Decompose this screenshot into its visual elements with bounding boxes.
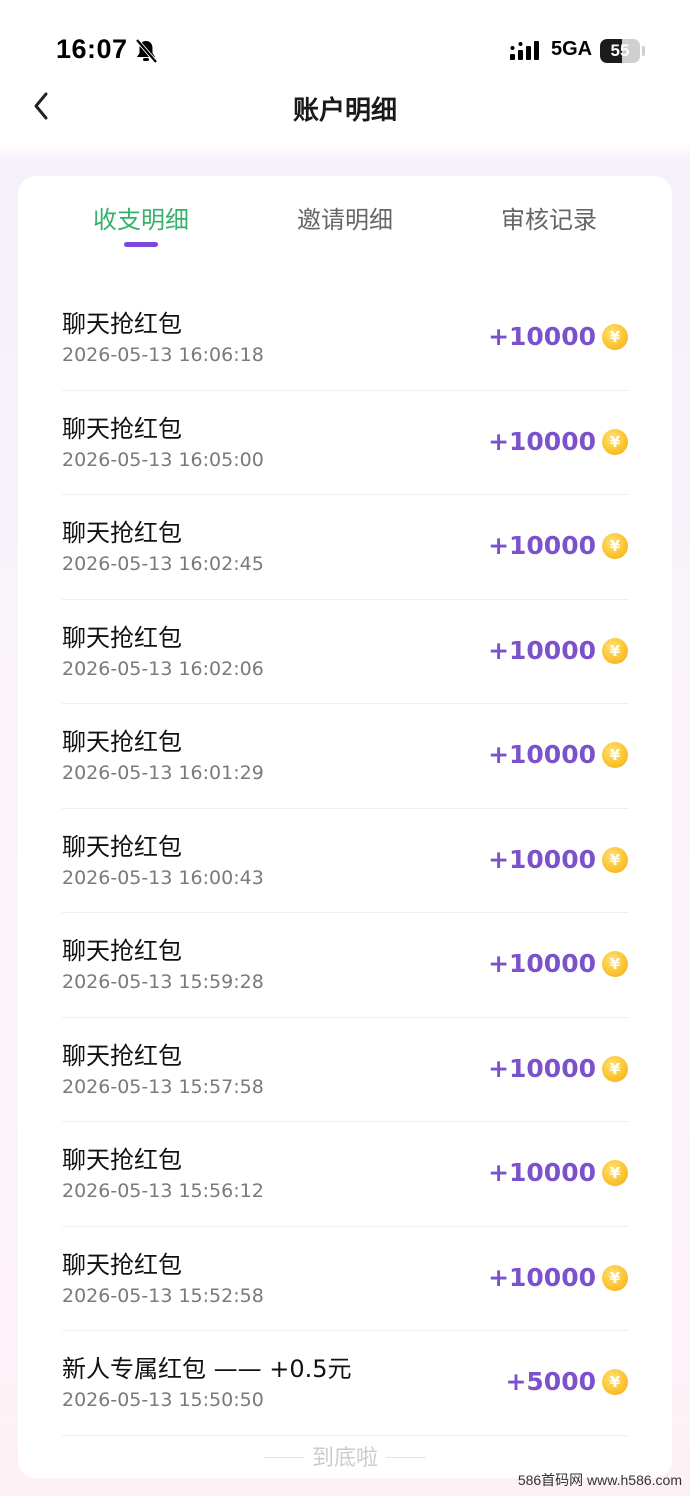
coin-icon: ¥ — [602, 1160, 628, 1186]
record-row[interactable]: 聊天抢红包 2026-05-13 16:02:06 +10000 ¥ — [62, 600, 628, 704]
record-title: 聊天抢红包 — [62, 310, 182, 338]
record-row[interactable]: 聊天抢红包 2026-05-13 16:06:18 +10000 ¥ — [62, 286, 628, 391]
record-amount: +10000 — [488, 1262, 596, 1292]
record-time: 2026-05-13 16:02:45 — [62, 553, 264, 575]
record-row[interactable]: 聊天抢红包 2026-05-13 16:00:43 +10000 ¥ — [62, 809, 628, 913]
record-amount: +10000 — [488, 1053, 596, 1083]
end-of-list-hint: 到底啦 — [311, 1446, 378, 1471]
record-title: 聊天抢红包 — [62, 1146, 182, 1174]
record-row[interactable]: 聊天抢红包 2026-05-13 15:59:28 +10000 ¥ — [62, 913, 628, 1018]
record-time: 2026-05-13 16:06:18 — [62, 344, 264, 366]
tab-review-records[interactable]: 审核记录 — [444, 200, 654, 235]
coin-icon: ¥ — [602, 428, 628, 455]
record-title: 聊天抢红包 — [62, 414, 182, 443]
record-time: 2026-05-13 16:02:06 — [62, 657, 264, 680]
record-row[interactable]: 新人专属红包 —— +0.5元 2026-05-13 15:50:50 +5000 ¥ — [62, 1331, 628, 1436]
coin-icon: ¥ — [602, 1055, 628, 1082]
record-amount: +10000 — [488, 740, 596, 769]
active-tab-indicator — [124, 242, 158, 247]
bell-muted-icon — [135, 38, 158, 64]
record-title: 聊天抢红包 — [62, 728, 182, 756]
page-title: 账户明细 — [292, 96, 397, 126]
record-time: 2026-05-13 15:52:58 — [62, 1284, 264, 1307]
coin-icon: ¥ — [602, 951, 628, 977]
record-row[interactable]: 聊天抢红包 2026-05-13 16:02:45 +10000 ¥ — [62, 495, 628, 600]
record-title: 聊天抢红包 — [62, 937, 182, 965]
record-row[interactable]: 聊天抢红包 2026-05-13 15:52:58 +10000 ¥ — [62, 1227, 628, 1331]
record-title: 聊天抢红包 — [62, 1041, 182, 1070]
coin-icon: ¥ — [602, 1369, 628, 1395]
battery-indicator: 55 — [600, 39, 640, 63]
coin-icon: ¥ — [602, 742, 628, 768]
battery-level: 55 — [610, 41, 630, 60]
coin-icon: ¥ — [602, 533, 628, 559]
signal-icon — [510, 41, 539, 60]
record-amount: +10000 — [488, 635, 596, 665]
details-card: 收支明细 邀请明细 审核记录 聊天抢红包 2026-05-13 16:06:18 +… — [18, 176, 672, 1478]
status-time: 16:07 — [56, 34, 128, 64]
record-amount: +10000 — [488, 322, 596, 351]
record-amount: +10000 — [488, 531, 596, 560]
tab-bar: 收支明细 邀请明细 审核记录 — [18, 176, 672, 266]
watermark: 586首码网 www.h586.com — [517, 1472, 682, 1488]
record-time: 2026-05-13 15:59:28 — [62, 971, 264, 993]
coin-icon: ¥ — [602, 846, 628, 873]
record-amount: +10000 — [488, 844, 596, 874]
record-amount: +10000 — [488, 1158, 596, 1187]
record-title: 聊天抢红包 — [62, 623, 182, 652]
record-time: 2026-05-13 15:56:12 — [62, 1180, 264, 1202]
record-title: 聊天抢红包 — [62, 832, 182, 861]
record-amount: +5000 — [505, 1367, 596, 1396]
record-title: 聊天抢红包 — [62, 1250, 182, 1279]
nav-bar: 账户明细 — [0, 78, 690, 138]
record-time: 2026-05-13 16:00:43 — [62, 866, 264, 889]
record-title: 聊天抢红包 — [62, 519, 182, 547]
record-amount: +10000 — [488, 426, 596, 456]
record-time: 2026-05-13 15:50:50 — [62, 1389, 264, 1411]
record-row[interactable]: 聊天抢红包 2026-05-13 15:56:12 +10000 ¥ — [62, 1122, 628, 1227]
coin-icon: ¥ — [602, 324, 628, 350]
tab-invitation[interactable]: 邀请明细 — [240, 200, 450, 235]
record-time: 2026-05-13 15:57:58 — [62, 1075, 264, 1098]
record-time: 2026-05-13 16:05:00 — [62, 448, 264, 471]
record-row[interactable]: 聊天抢红包 2026-05-13 16:05:00 +10000 ¥ — [62, 391, 628, 495]
record-title: 新人专属红包 —— +0.5元 — [62, 1355, 352, 1383]
record-list: 聊天抢红包 2026-05-13 16:06:18 +10000 ¥ 聊天抢红包 2026… — [62, 286, 628, 1436]
end-divider-right — [386, 1457, 426, 1458]
battery-cap — [642, 46, 645, 56]
record-row[interactable]: 聊天抢红包 2026-05-13 15:57:58 +10000 ¥ — [62, 1018, 628, 1122]
record-time: 2026-05-13 16:01:29 — [62, 762, 264, 784]
record-row[interactable]: 聊天抢红包 2026-05-13 16:01:29 +10000 ¥ — [62, 704, 628, 809]
record-amount: +10000 — [488, 949, 596, 978]
coin-icon: ¥ — [602, 637, 628, 664]
coin-icon: ¥ — [602, 1264, 628, 1291]
tab-income-expense[interactable]: 收支明细 — [36, 200, 246, 235]
network-type: 5GA — [551, 38, 593, 60]
